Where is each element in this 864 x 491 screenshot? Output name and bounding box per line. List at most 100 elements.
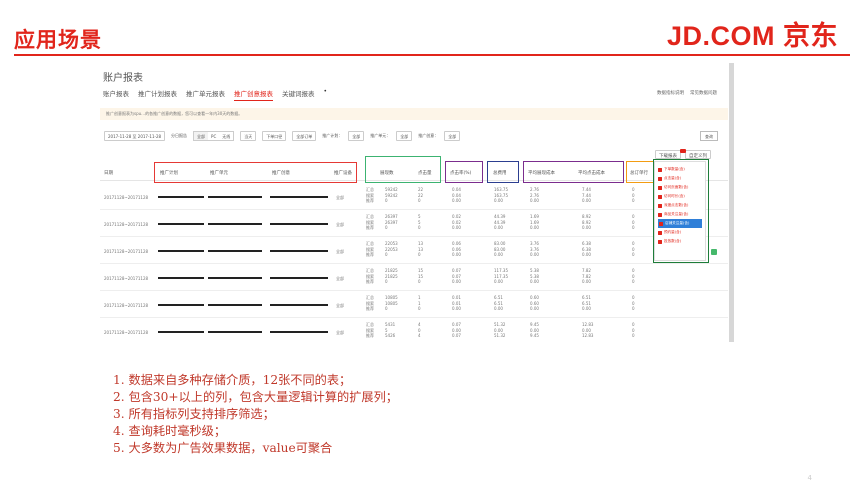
more-tabs-icon[interactable]: • <box>324 88 328 101</box>
impressions-cell: 5431 5 5426 <box>385 322 396 338</box>
plan-filter-select[interactable]: 全部 <box>348 131 365 141</box>
column-menu-item[interactable]: 点击量(含) <box>658 174 702 183</box>
cost-cell: 6.51 6.51 0.00 <box>494 295 503 311</box>
col-cost[interactable]: 总费用 <box>493 170 507 176</box>
checkbox-icon[interactable] <box>658 185 662 190</box>
time-select[interactable]: 当天 <box>240 131 257 141</box>
device-cell: 全部 <box>336 276 344 281</box>
custom-column-menu: 下单数量(含) 点击量(含) 访问页面数(含) 访问时长(含) 深度点击数(含) 商品关注… <box>654 161 706 261</box>
ctr-cell: 0.07 0.07 0.00 <box>452 268 461 284</box>
column-menu-item[interactable]: 下单数量(含) <box>658 165 702 174</box>
col-orders[interactable]: 总订单行 <box>630 170 648 176</box>
date-cell: 20171128~20171128 <box>104 195 149 200</box>
daily-report-checkbox[interactable]: 分日报告 <box>171 133 187 139</box>
avg-imp-cost-cell: 0.60 0.60 0.00 <box>530 295 539 311</box>
creative-filter-select[interactable]: 全部 <box>444 131 461 141</box>
redacted-text <box>158 304 204 306</box>
metric-help-link[interactable]: 数据指标说明 <box>657 90 684 96</box>
table-row: 20171128~20171128 全部 汇总 搜索 推荐 10805 10805 0 1 1 0 0… <box>100 291 728 318</box>
col-impressions[interactable]: 展现数 <box>380 170 394 176</box>
checkbox-icon[interactable] <box>658 194 662 199</box>
order-caliber-select[interactable]: 下单口径 <box>262 131 287 141</box>
column-menu-item[interactable]: 预约量(含) <box>658 228 702 237</box>
clicks-cell: 22 22 0 <box>418 187 424 203</box>
checkbox-icon[interactable] <box>658 230 662 235</box>
bullet-item: 5. 大多数为广告效果数据，value可聚合 <box>113 441 333 455</box>
checkbox-icon[interactable] <box>658 239 662 244</box>
new-badge-icon <box>680 149 686 153</box>
column-menu-item[interactable]: 深度点击数(含) <box>658 201 702 210</box>
col-plan[interactable]: 推广计划 <box>160 170 178 176</box>
tab-plan-report[interactable]: 推广计划报表 <box>138 88 177 101</box>
redacted-text <box>270 277 328 279</box>
order-type-select[interactable]: 全部订单 <box>292 131 317 141</box>
report-table: 日期 推广计划 推广单元 推广创意 推广设备 展现数 点击量 点击率(%) 总费… <box>100 159 728 342</box>
custom-columns-button[interactable]: 自定义列 <box>685 150 711 159</box>
avg-click-cost-cell: 12.83 0.00 12.83 <box>582 322 594 338</box>
tab-unit-report[interactable]: 推广单元报表 <box>186 88 225 101</box>
redacted-text <box>208 223 262 225</box>
column-menu-item[interactable]: 店铺关注量(含) <box>658 219 702 228</box>
checkbox-icon[interactable] <box>658 212 662 217</box>
device-cell: 全部 <box>336 330 344 335</box>
col-avg-click-cost[interactable]: 平均点击成本 <box>578 170 605 176</box>
col-creative[interactable]: 推广创意 <box>272 170 290 176</box>
redacted-text <box>208 277 262 279</box>
sub-label-cell: 汇总 搜索 推荐 <box>366 268 374 284</box>
column-menu-item[interactable]: 投放数(含) <box>658 237 702 246</box>
table-row: 20171128~20171128 全部 汇总 搜索 推荐 59242 59242 0 22 22… <box>100 183 728 210</box>
bullet-item: 4. 查询耗时毫秒级； <box>113 424 227 438</box>
table-row: 20171128~20171128 全部 汇总 搜索 推荐 21825 21825 0 15 15… <box>100 264 728 291</box>
col-ctr[interactable]: 点击率(%) <box>450 170 471 176</box>
cost-cell: 163.75 163.75 0.00 <box>494 187 508 203</box>
query-button[interactable]: 查询 <box>700 131 718 141</box>
bullet-item: 3. 所有指标列支持排序筛选； <box>113 407 275 421</box>
tab-account-report[interactable]: 账户报表 <box>103 88 129 101</box>
report-title: 账户报表 <box>103 73 143 84</box>
clicks-cell: 404 <box>418 322 421 338</box>
avg-imp-cost-cell: 2.76 2.76 0.00 <box>530 187 539 203</box>
sub-label-cell: 汇总 搜索 推荐 <box>366 214 374 230</box>
redacted-text <box>270 304 328 306</box>
col-device[interactable]: 推广设备 <box>334 170 352 176</box>
column-menu-label: 访问页面数(含) <box>664 185 689 189</box>
column-menu-label: 深度点击数(含) <box>664 203 689 207</box>
platform-pc[interactable]: PC <box>208 132 219 140</box>
orders-cell: 000 <box>632 187 635 203</box>
column-menu-item[interactable]: 访问时长(含) <box>658 192 702 201</box>
title-divider <box>14 54 850 56</box>
device-cell: 全部 <box>336 222 344 227</box>
platform-all[interactable]: 全部 <box>194 132 209 140</box>
col-date[interactable]: 日期 <box>104 170 113 176</box>
avg-click-cost-cell: 7.44 7.44 0.00 <box>582 187 591 203</box>
checkbox-icon[interactable] <box>659 221 663 226</box>
date-cell: 20171128~20171128 <box>104 249 149 254</box>
ctr-cell: 0.04 0.04 0.00 <box>452 187 461 203</box>
redacted-text <box>270 250 328 252</box>
unit-filter-label: 推广单元： <box>370 133 391 138</box>
confirm-icon[interactable] <box>711 249 717 255</box>
col-unit[interactable]: 推广单元 <box>210 170 228 176</box>
avg-click-cost-cell: 8.92 8.92 0.00 <box>582 214 591 230</box>
tab-creative-report[interactable]: 推广创意报表 <box>234 88 273 101</box>
orders-cell: 000 <box>632 322 635 338</box>
col-clicks[interactable]: 点击量 <box>418 170 432 176</box>
report-tabs: 账户报表 推广计划报表 推广单元报表 推广创意报表 关键词报表 • <box>103 88 327 101</box>
tab-keyword-report[interactable]: 关键词报表 <box>282 88 315 101</box>
summary-bullets: 1. 数据来自多种存储介质，12张不同的表； 2. 包含30+以上的列，包含大量… <box>113 372 398 457</box>
platform-mobile[interactable]: 无线 <box>219 132 233 140</box>
unit-filter-select[interactable]: 全部 <box>396 131 413 141</box>
sub-label-cell: 汇总 搜索 推荐 <box>366 322 374 338</box>
date-range-picker[interactable]: 2017-11-28 至 2017-11-28 <box>104 131 166 141</box>
column-menu-item[interactable]: 访问页面数(含) <box>658 183 702 192</box>
checkbox-icon[interactable] <box>658 167 662 172</box>
column-menu-item[interactable]: 商品关注量(含) <box>658 210 702 219</box>
orders-cell: 000 <box>632 268 635 284</box>
col-avg-imp-cost[interactable]: 平均展现成本 <box>528 170 555 176</box>
bullet-item: 2. 包含30+以上的列，包含大量逻辑计算的扩展列； <box>113 390 398 404</box>
checkbox-icon[interactable] <box>658 203 662 208</box>
checkbox-icon[interactable] <box>658 176 662 181</box>
date-cell: 20171128~20171128 <box>104 330 149 335</box>
data-faq-link[interactable]: 常见数据问题 <box>690 90 717 96</box>
download-report-button[interactable]: 下载报表 <box>655 150 681 159</box>
